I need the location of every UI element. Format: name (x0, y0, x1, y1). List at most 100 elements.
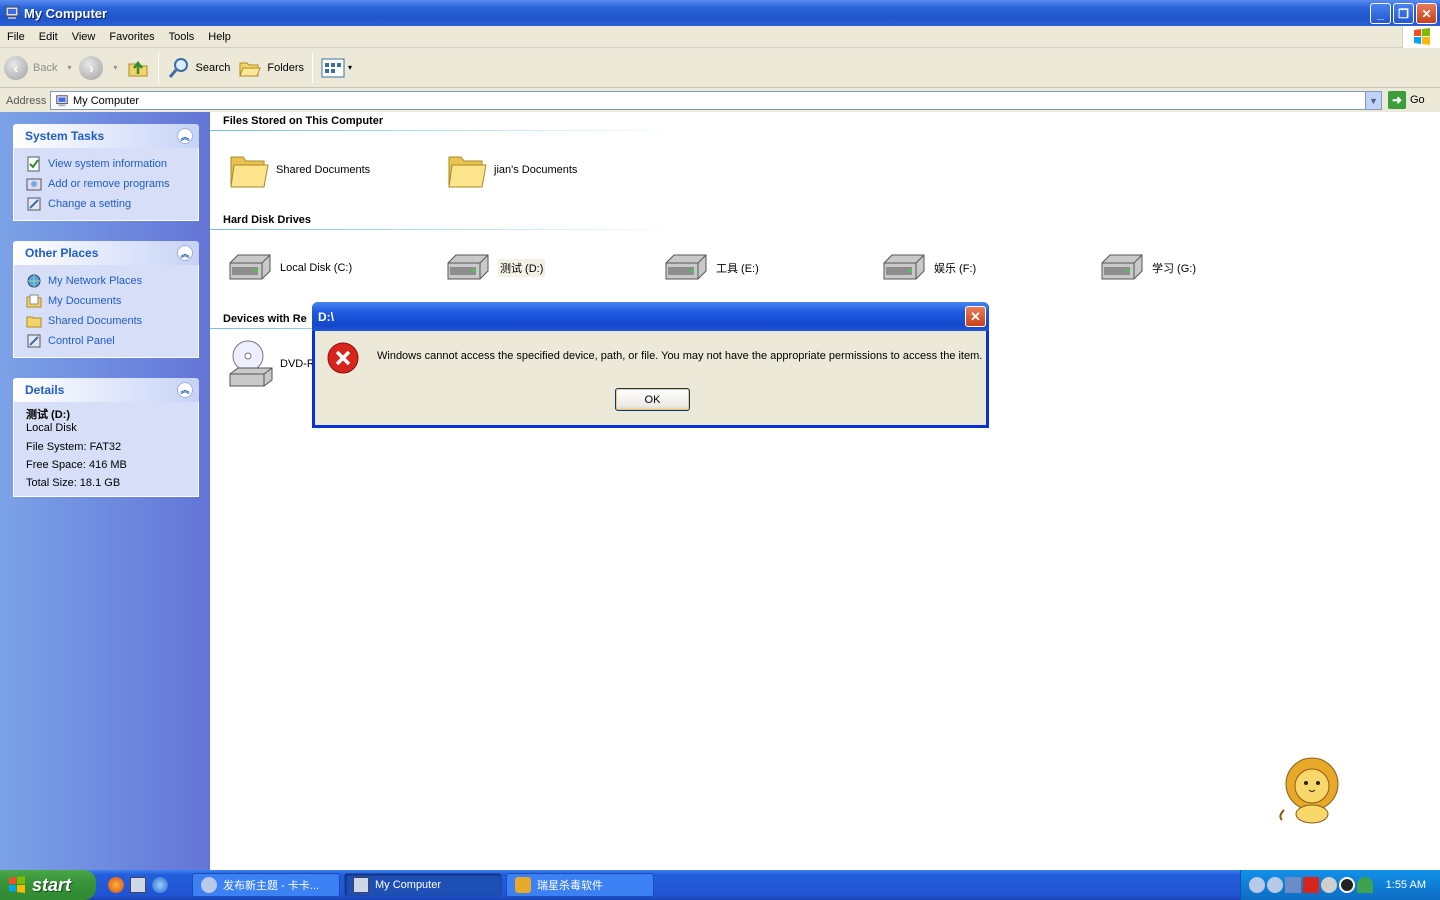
tray-app-icon[interactable] (1339, 877, 1355, 893)
add-remove-programs-icon (26, 178, 42, 191)
system-tasks-header[interactable]: System Tasks ︽ (13, 124, 199, 148)
close-button[interactable]: ✕ (1416, 3, 1437, 24)
system-tasks-list: View system information Add or remove pr… (13, 148, 199, 221)
lion-mascot-icon (1279, 757, 1339, 824)
shared-folder-icon (26, 316, 42, 328)
go-button[interactable]: ➜ Go (1388, 91, 1425, 109)
control-panel-link[interactable]: Control Panel (26, 331, 188, 351)
collapse-icon[interactable]: ︽ (177, 245, 193, 261)
drive-f[interactable]: 娱乐 (F:) (880, 244, 976, 292)
forward-button[interactable]: › ▾ (75, 52, 121, 84)
other-places-header[interactable]: Other Places ︽ (13, 241, 199, 265)
error-dialog: D:\ ✕ Windows cannot access the specifie… (312, 302, 989, 428)
search-button[interactable]: Search (163, 52, 235, 84)
folders-icon (239, 62, 262, 76)
my-documents-icon (26, 294, 42, 308)
control-panel-icon (27, 334, 41, 348)
folder-jians-documents[interactable]: jian's Documents (446, 146, 577, 194)
my-documents-link[interactable]: My Documents (26, 291, 188, 311)
menu-view[interactable]: View (65, 31, 103, 43)
error-icon (327, 342, 359, 374)
go-arrow-icon: ➜ (1388, 91, 1406, 109)
system-tasks-panel: System Tasks ︽ View system information A… (13, 124, 199, 221)
toolbar-separator (157, 52, 159, 83)
address-label: Address (6, 94, 47, 107)
folder-icon (230, 156, 269, 188)
control-panel-icon (27, 197, 41, 211)
details-panel: Details ︽ 测试 (D:) Local Disk File System… (13, 378, 199, 497)
drive-d[interactable]: 测试 (D:) (444, 244, 546, 292)
tray-app-icon[interactable] (1249, 877, 1265, 893)
internet-explorer-icon[interactable] (152, 877, 168, 893)
back-button[interactable]: ‹ Back ▾ (0, 52, 75, 84)
hard-drive-icon (447, 254, 489, 280)
tray-app-icon[interactable] (1267, 877, 1283, 893)
collapse-icon[interactable]: ︽ (177, 382, 193, 398)
menu-bar: File Edit View Favorites Tools Help (0, 26, 1440, 48)
views-button[interactable]: ▾ (317, 52, 356, 84)
dropdown-arrow-icon: ▾ (67, 63, 72, 72)
minimize-button[interactable]: _ (1370, 3, 1391, 24)
window-title: My Computer (24, 5, 108, 21)
details-total-size: Total Size: 18.1 GB (26, 477, 121, 489)
details-file-system: File System: FAT32 (26, 441, 122, 453)
change-setting-link[interactable]: Change a setting (26, 194, 188, 214)
network-places-icon (27, 274, 41, 288)
dialog-close-button[interactable]: ✕ (965, 306, 986, 327)
ati-icon[interactable] (1303, 877, 1319, 893)
view-system-information-link[interactable]: View system information (26, 154, 188, 174)
firefox-icon[interactable] (108, 877, 124, 893)
my-computer-icon[interactable] (130, 877, 146, 893)
dvd-drive-icon (229, 340, 273, 387)
dropdown-arrow-icon: ▾ (113, 63, 118, 72)
shared-documents-link[interactable]: Shared Documents (26, 311, 188, 331)
menu-file[interactable]: File (0, 31, 32, 43)
drive-e[interactable]: 工具 (E:) (662, 244, 759, 292)
drive-c[interactable]: Local Disk (C:) (226, 244, 352, 292)
taskbar-item-my-computer[interactable]: My Computer (344, 873, 502, 897)
address-value: My Computer (73, 94, 140, 107)
search-icon (168, 57, 188, 78)
menu-edit[interactable]: Edit (32, 31, 65, 43)
restore-button[interactable]: ❐ (1393, 3, 1414, 24)
title-bar[interactable]: My Computer _ ❐ ✕ (0, 0, 1440, 26)
hard-drive-icon (883, 254, 925, 280)
drive-g[interactable]: 学习 (G:) (1098, 244, 1196, 292)
folder-icon (448, 156, 487, 188)
collapse-icon[interactable]: ︽ (177, 128, 193, 144)
views-icon (321, 58, 345, 77)
details-header[interactable]: Details ︽ (13, 378, 199, 402)
address-dropdown-button[interactable]: ▼ (1365, 92, 1381, 109)
my-network-places-link[interactable]: My Network Places (26, 271, 188, 291)
section-hard-disk-drives: Hard Disk Drives (223, 214, 312, 226)
my-computer-icon (353, 877, 369, 893)
menu-tools[interactable]: Tools (162, 31, 202, 43)
dialog-title-bar[interactable]: D:\ ✕ (312, 302, 989, 331)
tray-umbrella-icon[interactable] (1357, 877, 1373, 893)
up-folder-button[interactable] (122, 52, 154, 84)
address-input[interactable]: My Computer ▼ (50, 91, 1382, 110)
taskbar-item-forum[interactable]: 发布新主题 - 卡卡... (192, 873, 340, 897)
toolbar: ‹ Back ▾ › ▾ Search Folders ▾ (0, 48, 1440, 88)
network-icon[interactable] (1285, 877, 1301, 893)
start-button[interactable]: start (0, 870, 96, 900)
taskbar-item-rising-antivirus[interactable]: 瑞星杀毒软件 (506, 873, 654, 897)
dvd-drive[interactable]: DVD-RA (226, 340, 322, 388)
antivirus-icon (515, 877, 531, 893)
add-remove-programs-link[interactable]: Add or remove programs (26, 174, 188, 194)
folders-button[interactable]: Folders (234, 52, 308, 84)
folder-shared-documents[interactable]: Shared Documents (228, 146, 370, 194)
menu-favorites[interactable]: Favorites (102, 31, 161, 43)
clock: 1:55 AM (1385, 879, 1426, 891)
other-places-panel: Other Places ︽ My Network Places My Docu… (13, 241, 199, 358)
dialog-message: Windows cannot access the specified devi… (377, 350, 983, 362)
forward-arrow-icon: › (79, 55, 104, 80)
ok-button[interactable]: OK (615, 388, 690, 411)
dialog-title: D:\ (318, 309, 334, 324)
details-drive-type: Local Disk (26, 422, 77, 434)
menu-help[interactable]: Help (201, 31, 238, 43)
section-divider (210, 229, 680, 230)
hard-drive-icon (665, 254, 707, 280)
back-arrow-icon: ‹ (4, 55, 28, 80)
tray-app-icon[interactable] (1321, 877, 1337, 893)
